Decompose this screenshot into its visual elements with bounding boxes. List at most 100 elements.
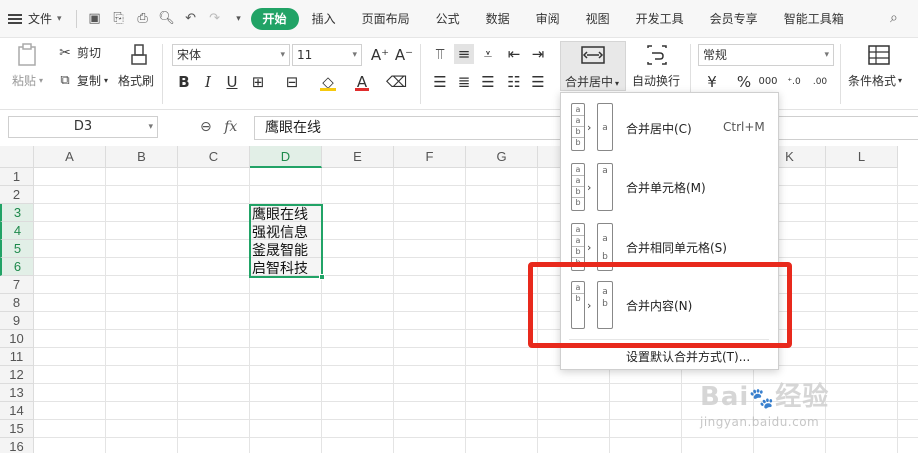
row-header-14[interactable]: 14 [0,402,34,420]
fx-icon[interactable]: fx [224,119,237,135]
fill-pattern-icon[interactable]: ⊟ [282,72,302,92]
row-header-15[interactable]: 15 [0,420,34,438]
align-bottom-icon[interactable]: ⩡ [478,44,498,64]
merge-cells-icon [581,46,605,67]
tab-page-layout[interactable]: 页面布局 [349,8,423,30]
decrease-font-icon[interactable]: A⁻ [394,45,414,65]
column-header-G[interactable]: G [466,146,538,168]
row-header-7[interactable]: 7 [0,276,34,294]
save-icon[interactable]: ▣ [86,10,104,28]
conditional-format-icon[interactable] [864,42,894,68]
undo-icon[interactable]: ↶ [182,10,200,28]
row-header-3[interactable]: 3 [0,204,34,222]
cell-D5[interactable]: 釜晟智能 [252,242,308,260]
copy-button[interactable]: ⧉ 复制 ▾ [56,72,108,89]
justify-icon[interactable]: ☷ [504,72,524,92]
print-icon[interactable]: ⎙ [134,10,152,28]
indent-decrease-icon[interactable]: ⇤ [504,44,524,64]
paste-icon[interactable] [12,42,42,68]
conditional-format-button[interactable]: 条件格式 ▾ [848,72,902,89]
underline-icon[interactable]: U [222,72,242,92]
row-header-16[interactable]: 16 [0,438,34,453]
format-painter-label: 格式刷 [118,74,155,88]
print-preview-icon[interactable]: 🔍︎ [158,10,176,28]
search-icon[interactable]: ⌕ [890,10,918,26]
row-header-5[interactable]: 5 [0,240,34,258]
format-painter-button[interactable]: 格式刷 [118,72,154,89]
tab-insert[interactable]: 插入 [299,8,349,30]
cell-D3[interactable]: 鹰眼在线 [252,206,308,224]
distributed-icon[interactable]: ☰ [528,72,548,92]
tab-member[interactable]: 会员专享 [697,8,771,30]
border-icon[interactable]: ⊞ [248,72,268,92]
tab-review[interactable]: 审阅 [523,8,573,30]
merge-center-button[interactable]: 合并居中 ▾ [560,41,626,91]
row-header-11[interactable]: 11 [0,348,34,366]
divider [420,44,421,104]
eraser-icon[interactable]: ⌫ [386,72,407,92]
wrap-text-icon[interactable] [642,42,672,68]
row-header-6[interactable]: 6 [0,258,34,276]
tab-view[interactable]: 视图 [573,8,623,30]
column-header-B[interactable]: B [106,146,178,168]
quick-access-more-icon[interactable]: ▾ [230,10,248,28]
font-color-icon[interactable]: A [352,72,372,92]
row-header-2[interactable]: 2 [0,186,34,204]
redo-icon[interactable]: ↷ [206,10,224,28]
percent-icon[interactable]: % [734,72,754,92]
font-size-select[interactable]: 11 ▾ [292,44,362,66]
select-all-corner[interactable] [0,146,34,168]
brush-icon[interactable] [124,42,154,68]
fill-color-icon[interactable]: ◇ [318,72,338,92]
menu-bar: 文件 ▾ ▣ ⎘ ⎙ 🔍︎ ↶ ↷ ▾ 开始 插入 页面布局 公式 数据 审阅 … [0,0,918,38]
fill-handle[interactable] [319,274,325,280]
column-header-L[interactable]: L [826,146,898,168]
paste-button[interactable]: 粘贴 ▾ [12,72,43,89]
menu-item-merge-center[interactable]: aabb › a 合并居中(C) Ctrl+M [561,99,778,159]
tab-developer[interactable]: 开发工具 [623,8,697,30]
align-left-icon[interactable]: ☰ [430,72,450,92]
cell-D6[interactable]: 启智科技 [252,260,308,278]
italic-icon[interactable]: I [198,72,218,92]
row-header-4[interactable]: 4 [0,222,34,240]
indent-increase-icon[interactable]: ⇥ [528,44,548,64]
tab-formulas[interactable]: 公式 [423,8,473,30]
column-header-D[interactable]: D [250,146,322,168]
file-menu[interactable]: 文件 ▾ [0,10,70,27]
cut-button[interactable]: ✂ 剪切 [56,44,101,61]
increase-decimal-icon[interactable]: ⁺.0 [784,72,804,92]
name-box[interactable]: D3 ▾ [8,116,158,138]
row-header-13[interactable]: 13 [0,384,34,402]
tab-home[interactable]: 开始 [250,7,299,30]
tab-data[interactable]: 数据 [473,8,523,30]
row-header-8[interactable]: 8 [0,294,34,312]
increase-font-icon[interactable]: A⁺ [370,45,390,65]
column-header-A[interactable]: A [34,146,106,168]
baidu-jingyan-watermark: Bai🐾经验 jingyan.baidu.com [700,382,830,429]
align-middle-icon[interactable]: ≡ [454,44,474,64]
column-header-E[interactable]: E [322,146,394,168]
number-format-select[interactable]: 常规 ▾ [698,44,834,66]
decrease-decimal-icon[interactable]: .00 [810,72,830,92]
wrap-text-label: 自动换行 [632,74,681,88]
column-header-C[interactable]: C [178,146,250,168]
thousands-icon[interactable]: 000 [758,72,778,92]
menu-item-merge-cells[interactable]: aabb › a 合并单元格(M) [561,159,778,219]
export-icon[interactable]: ⎘ [110,10,128,28]
cell-D4[interactable]: 强视信息 [252,224,308,242]
wrap-text-button[interactable]: 自动换行 [632,72,680,89]
bold-icon[interactable]: B [174,72,194,92]
font-name-select[interactable]: 宋体 ▾ [172,44,290,66]
align-right-icon[interactable]: ☰ [478,72,498,92]
currency-icon[interactable]: ¥ [702,72,722,92]
row-header-12[interactable]: 12 [0,366,34,384]
menu-item-default-merge-settings[interactable]: 设置默认合并方式(T)... [626,348,750,365]
column-header-F[interactable]: F [394,146,466,168]
zoom-icon[interactable]: ⊖ [200,119,212,135]
align-top-icon[interactable]: ⫪ [430,44,450,64]
row-header-10[interactable]: 10 [0,330,34,348]
row-header-9[interactable]: 9 [0,312,34,330]
row-header-1[interactable]: 1 [0,168,34,186]
tab-smart-tools[interactable]: 智能工具箱 [771,8,857,30]
align-center-icon[interactable]: ≣ [454,72,474,92]
